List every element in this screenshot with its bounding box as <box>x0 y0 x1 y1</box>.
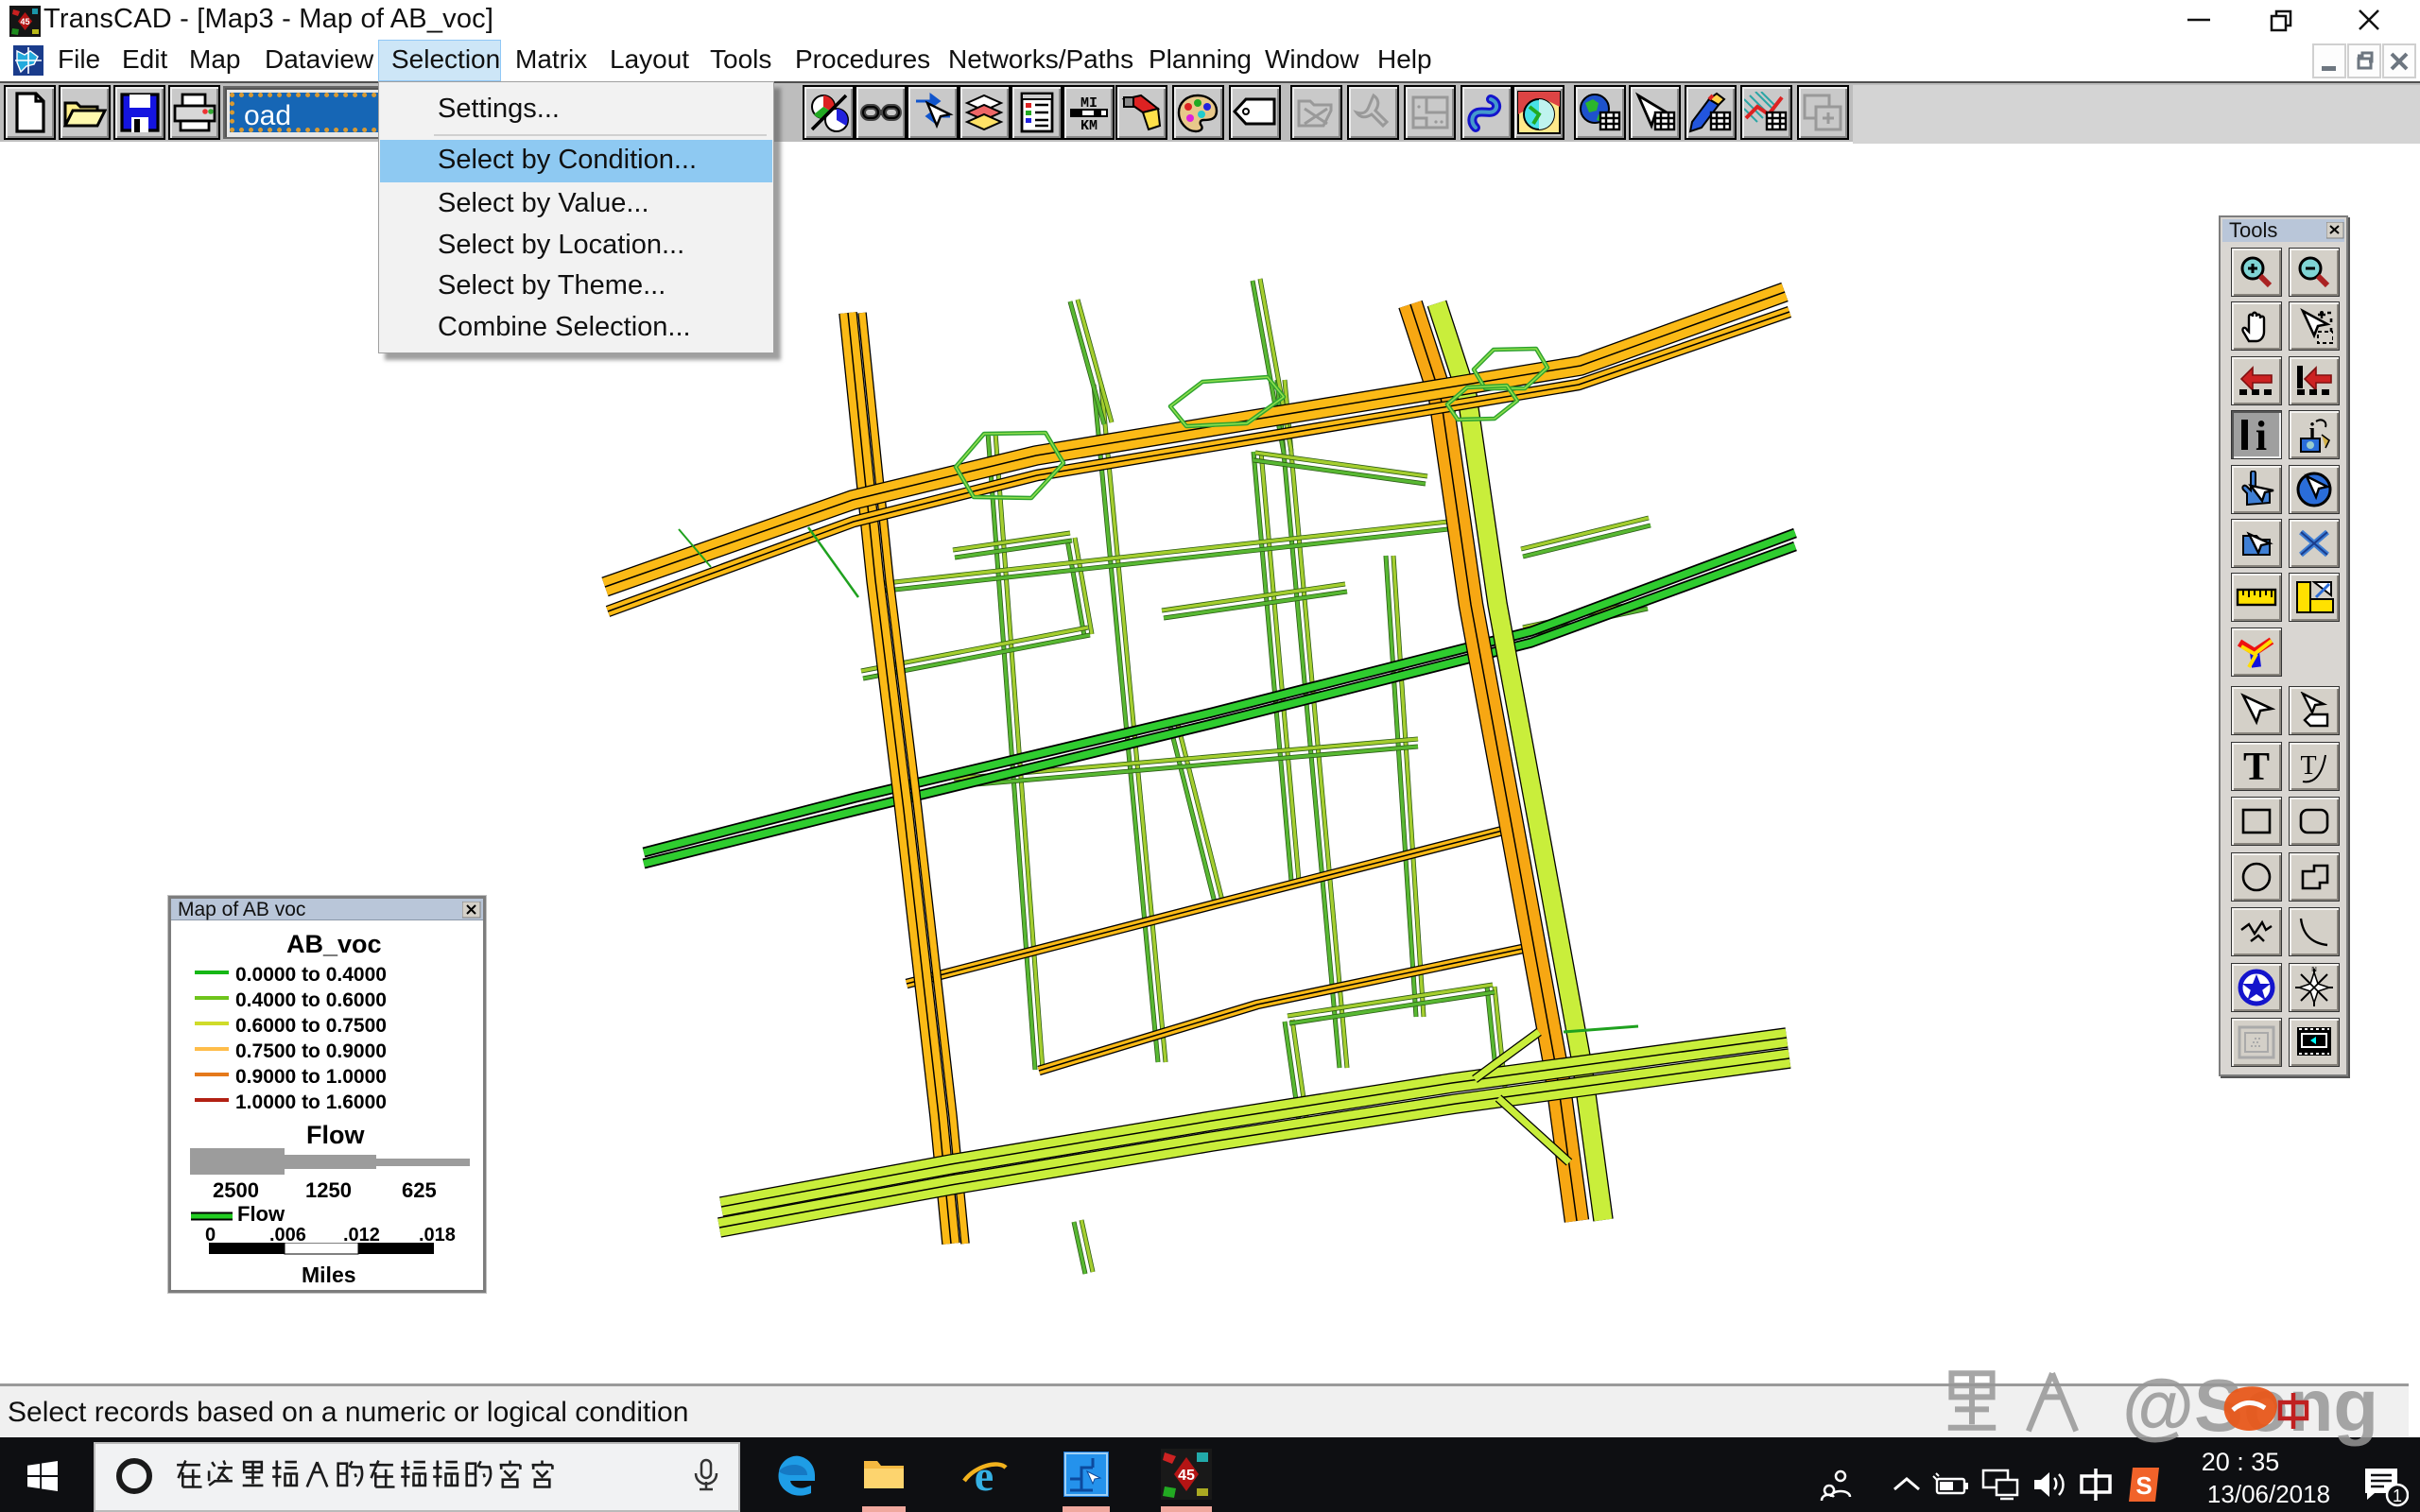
svg-text:e: e <box>975 1452 994 1498</box>
svg-text:N: N <box>2311 967 2317 973</box>
svg-text:S: S <box>2135 1471 2152 1500</box>
svg-text:KM: KM <box>1080 118 1097 133</box>
svg-text:1: 1 <box>2393 1486 2402 1505</box>
svg-text:45: 45 <box>20 17 29 26</box>
svg-text:T: T <box>2243 747 2270 785</box>
svg-text:T: T <box>2300 751 2316 781</box>
svg-text:i: i <box>2256 416 2267 454</box>
svg-text:45: 45 <box>1178 1468 1195 1484</box>
